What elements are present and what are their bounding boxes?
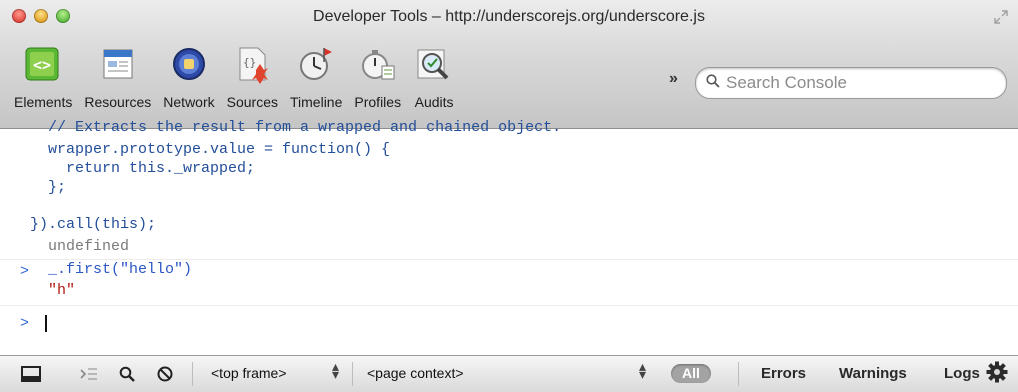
console-result-undefined: undefined [48, 238, 130, 255]
frame-select[interactable]: <top frame> [211, 365, 287, 381]
context-select[interactable]: <page context> [367, 365, 464, 381]
divider [352, 362, 353, 386]
audits-icon [413, 42, 455, 86]
console-separator [0, 259, 1018, 260]
tab-elements[interactable]: <> Elements [14, 42, 72, 110]
settings-gear-icon[interactable] [986, 361, 1008, 383]
filter-warnings-button[interactable]: Warnings [839, 365, 907, 382]
svg-text:{}: {} [243, 56, 256, 69]
timeline-icon [295, 42, 337, 86]
more-panels-button[interactable]: » [669, 70, 678, 88]
console-code-line: // Extracts the result from a wrapped an… [30, 119, 562, 136]
profiles-icon [357, 42, 399, 86]
fullscreen-icon[interactable] [994, 10, 1008, 24]
inspect-search-icon[interactable] [116, 364, 138, 384]
tab-network-label: Network [163, 94, 215, 110]
console-separator [0, 305, 1018, 306]
console-result-string: "h" [48, 282, 76, 299]
search-console-input[interactable] [724, 72, 988, 94]
sources-icon: {} [231, 42, 273, 86]
console-code-line: wrapper.prototype.value = function() { [30, 141, 391, 158]
dock-toggle-icon[interactable] [20, 364, 42, 384]
tab-sources-label: Sources [226, 94, 278, 110]
tab-sources[interactable]: {} Sources [227, 42, 278, 110]
show-console-icon[interactable] [78, 364, 100, 384]
tab-network[interactable]: Network [163, 42, 215, 110]
context-select-arrows-icon[interactable]: ▴ ▾ [639, 359, 646, 381]
console-output[interactable]: // Extracts the result from a wrapped an… [0, 119, 1018, 355]
console-code-line: }).call(this); [30, 216, 157, 233]
console-input-prompt-icon: > [20, 263, 30, 280]
filter-logs-button[interactable]: Logs [944, 365, 980, 382]
console-code-line: return this._wrapped; [30, 160, 256, 177]
tab-timeline-label: Timeline [290, 94, 343, 110]
search-console-field[interactable] [695, 67, 1007, 99]
search-icon [706, 74, 720, 92]
tab-timeline[interactable]: Timeline [290, 42, 342, 110]
console-prompt-icon: > [20, 315, 30, 332]
svg-text:<>: <> [33, 56, 51, 74]
panel-toolbar: <> Elements Resources Network {} Sources… [14, 42, 467, 110]
frame-select-arrows-icon[interactable]: ▴ ▾ [332, 359, 339, 381]
window-chrome: Developer Tools – http://underscorejs.or… [0, 0, 1018, 129]
console-command: _.first("hello") [48, 261, 193, 278]
tab-profiles[interactable]: Profiles [354, 42, 401, 110]
window-title: Developer Tools – http://underscorejs.or… [313, 8, 705, 25]
status-bar: <top frame> ▴ ▾ <page context> ▴ ▾ All Err… [0, 355, 1018, 392]
filter-all-button[interactable]: All [671, 364, 711, 383]
tab-audits[interactable]: Audits [413, 42, 455, 110]
tab-elements-label: Elements [14, 94, 73, 110]
tab-profiles-label: Profiles [354, 94, 402, 110]
resources-icon [97, 42, 139, 86]
console-input-caret[interactable] [45, 315, 47, 332]
tab-resources-label: Resources [84, 94, 152, 110]
divider [738, 362, 739, 386]
divider [192, 362, 193, 386]
filter-errors-button[interactable]: Errors [761, 365, 806, 382]
tab-resources[interactable]: Resources [84, 42, 151, 110]
elements-icon: <> [22, 42, 64, 86]
clear-console-icon[interactable] [154, 364, 176, 384]
network-icon [168, 42, 210, 86]
console-code-line: }; [30, 179, 67, 196]
tab-audits-label: Audits [414, 94, 454, 110]
devtools-window: Developer Tools – http://underscorejs.or… [0, 0, 1018, 392]
